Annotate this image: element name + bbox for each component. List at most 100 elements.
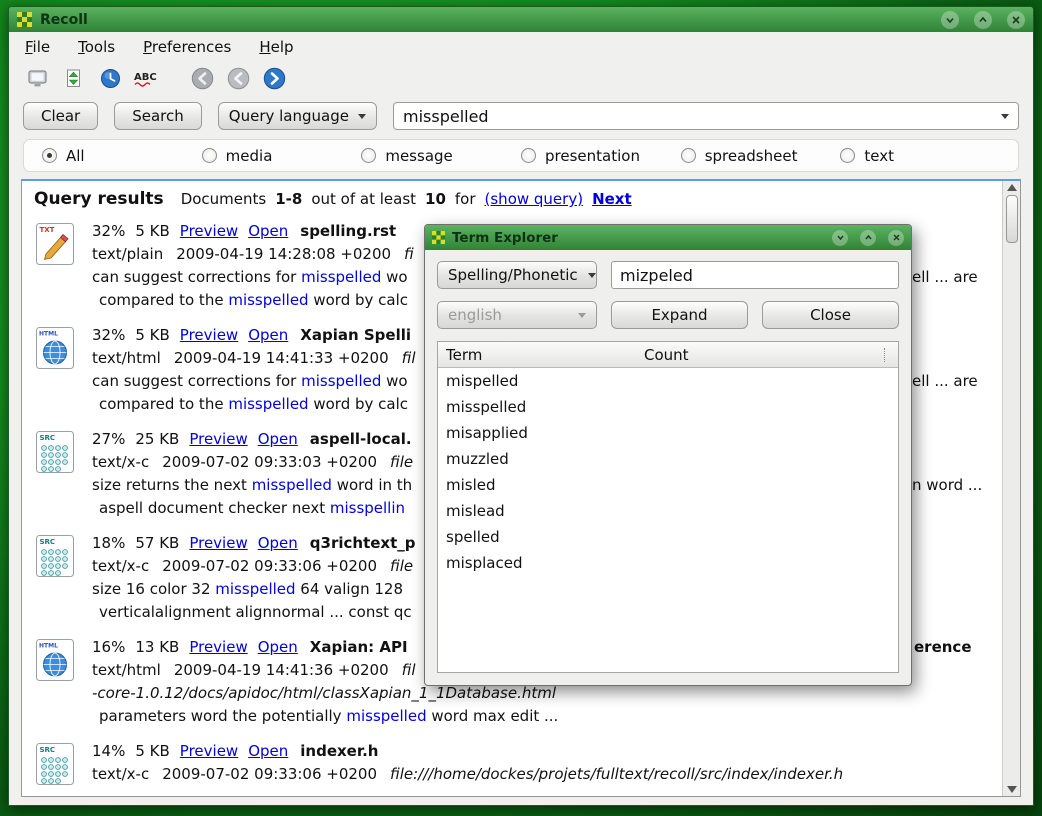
column-grip-icon[interactable] [884,348,894,362]
maximize-button[interactable] [974,11,992,29]
dialog-maximize-button[interactable] [860,230,876,246]
result-title: aspell-local. [310,430,412,448]
filter-message[interactable]: message [361,147,521,165]
preview-link[interactable]: Preview [189,638,247,656]
preview-link[interactable]: Preview [180,326,238,344]
language-combo[interactable]: english [437,301,597,329]
term-row[interactable]: mispelled [438,368,898,394]
dialog-minimize-button[interactable] [832,230,848,246]
term-row[interactable]: spelled [438,524,898,550]
expand-button[interactable]: Expand [611,301,748,329]
filetype-src-icon: SRC [34,532,80,624]
filter-presentation[interactable]: presentation [521,147,681,165]
term-row[interactable]: mislead [438,498,898,524]
term-input[interactable]: mizpeled [611,261,899,289]
nav-back-icon[interactable] [223,64,253,92]
scroll-down-icon[interactable] [1007,786,1017,793]
open-link[interactable]: Open [248,326,288,344]
term-row[interactable]: muzzled [438,446,898,472]
svg-text:TXT: TXT [40,226,55,234]
result-title-fragment: erence [914,636,972,659]
menu-file[interactable]: File [25,38,50,56]
filter-media[interactable]: media [202,147,362,165]
preview-link[interactable]: Preview [180,742,238,760]
update-index-icon[interactable] [59,64,89,92]
term-explorer-titlebar[interactable]: Term Explorer [425,225,911,250]
results-range: 1-8 [275,190,302,208]
mime-type: text/x-c [92,557,149,575]
close-button[interactable] [1007,11,1025,29]
term-row[interactable]: misplaced [438,550,898,576]
window-title: Recoll [40,12,926,28]
relevance: 32% [92,222,125,240]
menu-tools[interactable]: Tools [78,38,115,56]
term-row[interactable]: misspelled [438,394,898,420]
preview-link[interactable]: Preview [180,222,238,240]
open-link[interactable]: Open [248,222,288,240]
clear-search-icon[interactable] [23,64,53,92]
term-row[interactable]: misapplied [438,420,898,446]
file-size: 5 KB [135,742,169,760]
filter-label: spreadsheet [705,147,798,165]
titlebar[interactable]: Recoll [9,7,1033,32]
snippet-fragment: n word ... [912,474,982,497]
next-page-link[interactable]: Next [592,190,632,208]
history-icon[interactable] [95,64,125,92]
search-input[interactable]: misspelled [393,102,1019,130]
mime-type: text/x-c [92,765,149,783]
toolbar: ABC [9,61,1033,97]
spell-explorer-icon[interactable]: ABC [131,64,161,92]
nav-forward-icon[interactable] [259,64,289,92]
preview-link[interactable]: Preview [189,534,247,552]
highlighted-term: misspelled [252,476,332,494]
result-text: 14%5 KBPreviewOpenindexer.htext/x-c2009-… [92,740,990,791]
scrollbar-thumb[interactable] [1006,195,1018,243]
nav-first-icon[interactable] [187,64,217,92]
preview-link[interactable]: Preview [189,430,247,448]
filter-label: All [66,147,85,165]
chevron-down-icon [588,273,596,278]
open-link[interactable]: Open [258,534,298,552]
dialog-close-button[interactable] [888,230,904,246]
filter-all[interactable]: All [42,147,202,165]
clear-button[interactable]: Clear [23,102,98,130]
chevron-down-icon [1001,114,1009,119]
show-query-link[interactable]: (show query) [485,190,584,208]
expansion-mode-combo[interactable]: Spelling/Phonetic [437,261,597,289]
filter-label: message [385,147,452,165]
term-explorer-body: Spelling/Phonetic mizpeled english Expan… [425,250,911,685]
minimize-button[interactable] [941,11,959,29]
radio-icon [202,148,217,163]
result-title: Xapian Spelli [300,326,411,344]
query-language-combo[interactable]: Query language [218,102,377,130]
menu-help[interactable]: Help [259,38,293,56]
results-scrollbar[interactable] [1002,181,1020,796]
result-meta-line: text/x-c2009-07-02 09:33:06 +0200file://… [92,763,990,786]
relevance: 27% [92,430,125,448]
open-link[interactable]: Open [248,742,288,760]
menu-preferences[interactable]: Preferences [143,38,231,56]
file-url: fil [402,661,416,679]
column-header-count: Count [638,346,884,364]
open-link[interactable]: Open [258,638,298,656]
chevron-down-icon [358,114,366,119]
svg-text:SRC: SRC [40,538,56,546]
radio-icon [681,148,696,163]
filter-text[interactable]: text [840,147,1000,165]
result-header-line: 14%5 KBPreviewOpenindexer.h [92,740,990,763]
search-button[interactable]: Search [114,102,202,130]
relevance: 14% [92,742,125,760]
search-input-value: misspelled [403,107,1001,126]
open-link[interactable]: Open [258,430,298,448]
svg-text:HTML: HTML [39,331,58,338]
close-dialog-button[interactable]: Close [762,301,899,329]
term-row[interactable]: misled [438,472,898,498]
filetype-src-icon: SRC [34,428,80,520]
filetype-html-icon: HTML [34,324,80,416]
term-input-value: mizpeled [620,266,693,285]
filter-spreadsheet[interactable]: spreadsheet [681,147,841,165]
term-explorer-icon [432,231,445,244]
file-url: file [390,557,413,575]
scroll-up-icon[interactable] [1007,184,1017,191]
result-date: 2009-07-02 09:33:06 +0200 [162,765,377,783]
